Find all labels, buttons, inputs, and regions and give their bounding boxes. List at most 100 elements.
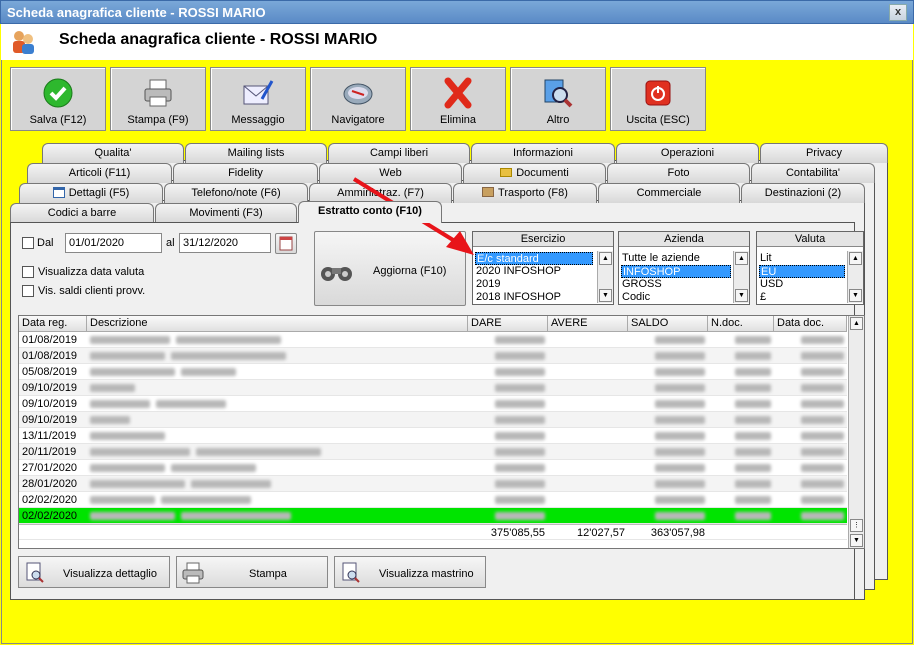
scroll-down-icon[interactable]: ▼ xyxy=(599,289,612,302)
table-row[interactable]: 05/08/2019 xyxy=(19,364,847,380)
cell-data-reg: 27/01/2020 xyxy=(22,462,78,474)
azienda-item-3[interactable]: Codic xyxy=(621,291,650,304)
valuta-item-3[interactable]: £ xyxy=(759,291,766,304)
tab-mailing-lists[interactable]: Mailing lists xyxy=(185,143,327,163)
col-avere[interactable]: AVERE xyxy=(548,316,628,332)
table-row[interactable]: 02/02/2020 xyxy=(19,508,847,524)
table-row[interactable]: 27/01/2020 xyxy=(19,460,847,476)
calendar-button[interactable] xyxy=(275,233,297,254)
tab-commerciale[interactable]: Commerciale xyxy=(598,183,740,203)
col-dare[interactable]: DARE xyxy=(468,316,548,332)
tab-telefono-note[interactable]: Telefono/note (F6) xyxy=(164,183,308,203)
col-n-doc[interactable]: N.doc. xyxy=(708,316,774,332)
cell-descrizione xyxy=(87,412,468,428)
tab-articoli[interactable]: Articoli (F11) xyxy=(27,163,172,183)
col-data-doc[interactable]: Data doc. xyxy=(774,316,847,332)
azienda-item-0[interactable]: Tutte le aziende xyxy=(621,252,700,265)
print-button[interactable]: Stampa (F9) xyxy=(110,67,206,131)
redacted-cell xyxy=(628,332,708,348)
redacted-text xyxy=(90,352,165,360)
tab-dettagli[interactable]: Dettagli (F5) xyxy=(19,183,163,203)
dal-checkbox[interactable] xyxy=(22,237,34,249)
data-valuta-label: Visualizza data valuta xyxy=(38,266,145,278)
azienda-list[interactable]: Azienda Tutte le aziende INFOSHOP GROSS … xyxy=(618,231,750,305)
cell-data-reg: 02/02/2020 xyxy=(22,510,78,522)
folder-icon xyxy=(500,168,513,177)
tab-estratto-conto[interactable]: Estratto conto (F10) xyxy=(298,201,442,223)
esercizio-scrollbar[interactable]: ▲ ▼ xyxy=(597,251,613,303)
esercizio-item-2[interactable]: 2019 xyxy=(475,278,500,291)
table-scrollbar[interactable]: ▲ ⋮ ▼ xyxy=(848,316,864,548)
redacted-cell xyxy=(708,348,774,364)
scroll-thumb[interactable]: ⋮ xyxy=(850,519,863,532)
tab-operazioni[interactable]: Operazioni xyxy=(616,143,759,163)
col-descrizione[interactable]: Descrizione xyxy=(87,316,468,332)
scroll-up-icon[interactable]: ▲ xyxy=(599,252,612,265)
esercizio-item-3[interactable]: 2018 INFOSHOP xyxy=(475,291,561,304)
exit-button[interactable]: Uscita (ESC) xyxy=(610,67,706,131)
valuta-item-0[interactable]: Lit xyxy=(759,252,772,265)
azienda-scrollbar[interactable]: ▲ ▼ xyxy=(733,251,749,303)
scroll-down-icon[interactable]: ▼ xyxy=(735,289,748,302)
table-row[interactable]: 01/08/2019 xyxy=(19,348,847,364)
redacted-text xyxy=(156,400,226,408)
close-button[interactable]: x xyxy=(889,4,907,21)
redacted-text xyxy=(90,496,155,504)
more-button[interactable]: Altro xyxy=(510,67,606,131)
table-row[interactable]: 09/10/2019 xyxy=(19,380,847,396)
tab-contabilita[interactable]: Contabilita' xyxy=(751,163,875,183)
tab-destinazioni[interactable]: Destinazioni (2) xyxy=(741,183,865,203)
ledger-table[interactable]: Data reg. Descrizione DARE AVERE SALDO N… xyxy=(18,315,865,549)
tab-movimenti[interactable]: Movimenti (F3) xyxy=(155,203,297,223)
tab-codici-a-barre[interactable]: Codici a barre xyxy=(10,203,154,223)
tab-campi-liberi[interactable]: Campi liberi xyxy=(328,143,470,163)
cell-data-reg: 01/08/2019 xyxy=(22,334,78,346)
valuta-list[interactable]: Valuta Lit EU USD £ ▲ ▼ xyxy=(756,231,864,305)
data-valuta-checkbox[interactable] xyxy=(22,266,34,278)
redacted-text xyxy=(90,400,150,408)
scroll-up-icon[interactable]: ▲ xyxy=(849,252,862,265)
tab-foto[interactable]: Foto xyxy=(607,163,750,183)
table-row[interactable]: 28/01/2020 xyxy=(19,476,847,492)
tab-informazioni[interactable]: Informazioni xyxy=(471,143,615,163)
scroll-up-icon[interactable]: ▲ xyxy=(850,317,863,330)
view-detail-button[interactable]: Visualizza dettaglio xyxy=(18,556,170,588)
table-row[interactable]: 20/11/2019 xyxy=(19,444,847,460)
tab-documenti[interactable]: Documenti xyxy=(463,163,606,183)
esercizio-item-0[interactable]: E/c standard xyxy=(475,252,593,265)
saldi-provv-checkbox[interactable] xyxy=(22,285,34,297)
table-row[interactable]: 13/11/2019 xyxy=(19,428,847,444)
date-to-input[interactable]: 31/12/2020 xyxy=(179,233,271,253)
esercizio-list[interactable]: Esercizio E/c standard 2020 INFOSHOP 201… xyxy=(472,231,614,305)
view-mastrino-button[interactable]: Visualizza mastrino xyxy=(334,556,486,588)
table-row[interactable]: 09/10/2019 xyxy=(19,396,847,412)
redacted-text xyxy=(90,448,190,456)
delete-button[interactable]: Elimina xyxy=(410,67,506,131)
col-data-reg[interactable]: Data reg. xyxy=(19,316,87,332)
valuta-item-2[interactable]: USD xyxy=(759,278,783,291)
redacted-cell xyxy=(774,332,847,348)
table-row[interactable]: 02/02/2020 xyxy=(19,492,847,508)
scroll-down-icon[interactable]: ▼ xyxy=(850,534,863,547)
scroll-up-icon[interactable]: ▲ xyxy=(735,252,748,265)
azienda-item-2[interactable]: GROSS xyxy=(621,278,662,291)
col-saldo[interactable]: SALDO xyxy=(628,316,708,332)
valuta-scrollbar[interactable]: ▲ ▼ xyxy=(847,251,863,303)
table-row[interactable]: 09/10/2019 xyxy=(19,412,847,428)
tab-qualita[interactable]: Qualita' xyxy=(42,143,184,163)
esercizio-item-1[interactable]: 2020 INFOSHOP xyxy=(475,265,561,278)
scroll-down-icon[interactable]: ▼ xyxy=(849,289,862,302)
valuta-item-1[interactable]: EU xyxy=(759,265,845,278)
date-from-input[interactable]: 01/01/2020 xyxy=(65,233,162,253)
tab-privacy[interactable]: Privacy xyxy=(760,143,888,163)
cell-descrizione xyxy=(87,476,468,492)
azienda-item-1[interactable]: INFOSHOP xyxy=(621,265,731,278)
save-button[interactable]: Salva (F12) xyxy=(10,67,106,131)
redacted-cell xyxy=(708,332,774,348)
navigator-button[interactable]: Navigatore xyxy=(310,67,406,131)
message-button[interactable]: Messaggio xyxy=(210,67,306,131)
print-bottom-button[interactable]: Stampa xyxy=(176,556,328,588)
tab-fidelity[interactable]: Fidelity xyxy=(173,163,318,183)
table-row[interactable]: 01/08/2019 xyxy=(19,332,847,348)
redacted-text xyxy=(191,480,271,488)
